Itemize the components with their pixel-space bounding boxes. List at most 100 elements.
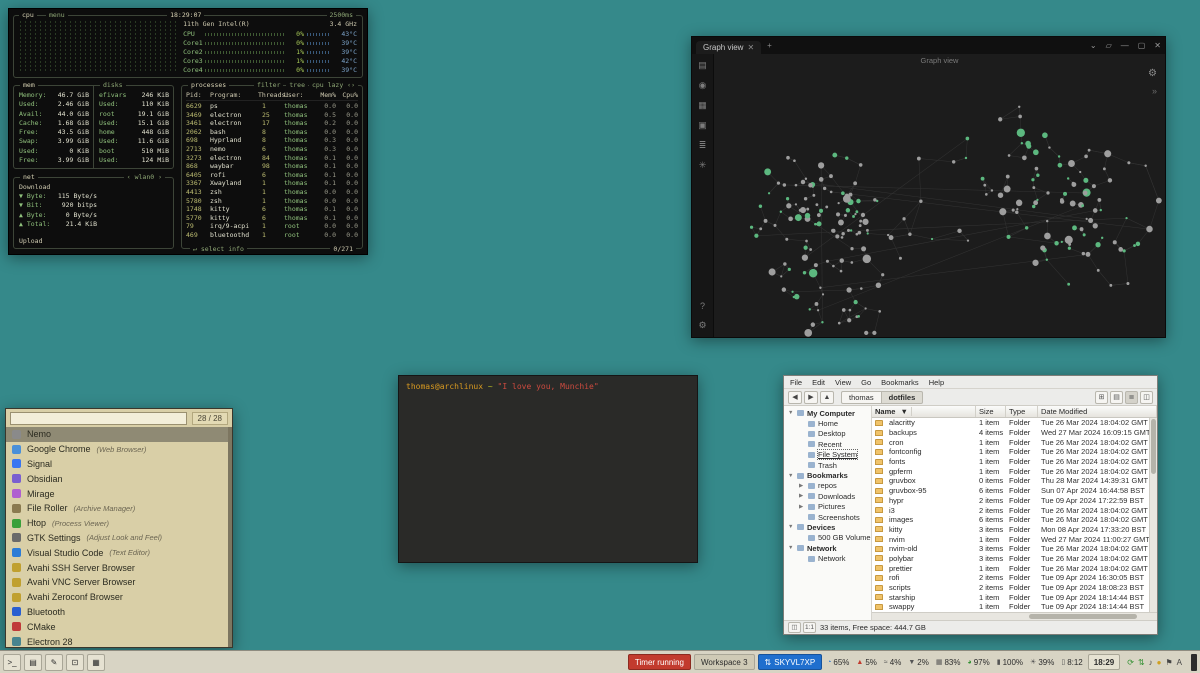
graph-svg[interactable]: [714, 68, 1165, 337]
sidebar-node[interactable]: Recent: [784, 439, 871, 449]
process-row[interactable]: 5780 zsh 1 thomas 0.0 0.0: [186, 197, 358, 206]
file-row[interactable]: nvim 1 item Folder Wed 27 Mar 2024 11:00…: [872, 534, 1149, 544]
file-row[interactable]: swappy 1 item Folder Tue 09 Apr 2024 18:…: [872, 602, 1149, 612]
process-row[interactable]: 868 waybar 98 thomas 0.1 0.0: [186, 162, 358, 171]
process-row[interactable]: 469 bluetoothd 1 root 0.0 0.0: [186, 231, 358, 240]
launcher-menu-item[interactable]: File Roller (Archive Manager): [6, 501, 232, 516]
tray-icon[interactable]: ●: [1157, 658, 1162, 667]
sidebar-node[interactable]: ▼ Devices: [784, 522, 871, 532]
launcher-menu-item[interactable]: Visual Studio Code (Text Editor): [6, 545, 232, 560]
nav-button[interactable]: ◀: [788, 391, 802, 404]
launcher-menu-item[interactable]: Bluetooth: [6, 605, 232, 620]
nav-button[interactable]: ▶: [804, 391, 818, 404]
file-row[interactable]: rofi 2 items Folder Tue 09 Apr 2024 16:3…: [872, 573, 1149, 583]
scrollbar-thumb[interactable]: [228, 427, 232, 647]
vertical-scrollbar[interactable]: [1149, 418, 1157, 612]
file-row[interactable]: fonts 1 item Folder Tue 26 Mar 2024 18:0…: [872, 457, 1149, 467]
sidebar-node[interactable]: ▶ repos: [784, 481, 871, 491]
process-row[interactable]: 3461 electron 17 thomas 0.2 0.0: [186, 119, 358, 128]
status-toggle-button[interactable]: 1:1: [803, 622, 816, 633]
process-row[interactable]: 4413 zsh 1 thomas 0.0 0.0: [186, 188, 358, 197]
file-row[interactable]: prettier 1 item Folder Tue 26 Mar 2024 1…: [872, 563, 1149, 573]
tray-icon[interactable]: ♪: [1149, 658, 1153, 667]
tray-icon[interactable]: ⟳: [1127, 658, 1134, 667]
launcher-menu-item[interactable]: Obsidian: [6, 471, 232, 486]
tree-expander-icon[interactable]: ▼: [788, 473, 794, 479]
status-toggle-button[interactable]: ◫: [788, 622, 801, 633]
ribbon-icon[interactable]: ✳: [699, 160, 707, 171]
ribbon-icon[interactable]: ?: [700, 301, 705, 311]
column-size[interactable]: Size: [976, 406, 1006, 417]
sidebar-node[interactable]: ▼ Network: [784, 543, 871, 553]
obsidian-titlebar[interactable]: Graph view ✕ + ⌄ ▱ — ▢ ✕: [692, 37, 1165, 54]
tree-expander-icon[interactable]: ▼: [788, 410, 794, 416]
window-control-icon[interactable]: ▢: [1138, 41, 1146, 50]
proc-sort-selector[interactable]: cpu lazy ‹›: [309, 81, 358, 89]
obsidian-tab[interactable]: Graph view ✕: [696, 41, 761, 54]
timer-running-badge[interactable]: Timer running: [628, 654, 691, 670]
file-row[interactable]: scripts 2 items Folder Tue 09 Apr 2024 1…: [872, 583, 1149, 593]
launcher-button[interactable]: ⊡: [66, 654, 84, 671]
terminal-window[interactable]: thomas@archlinux ~ "I love you, Munchie": [398, 375, 698, 563]
horizontal-scrollbar[interactable]: [872, 612, 1157, 620]
launcher-button[interactable]: ✎: [45, 654, 63, 671]
ribbon-icon[interactable]: ≣: [699, 140, 707, 151]
new-tab-button[interactable]: +: [767, 41, 772, 50]
launcher-menu-item[interactable]: Avahi SSH Server Browser: [6, 560, 232, 575]
btop-interval[interactable]: 2500ms: [327, 11, 356, 19]
workspace-indicator[interactable]: Workspace 3: [694, 654, 755, 670]
ribbon-icon[interactable]: ⚙: [698, 320, 706, 331]
tab-close-icon[interactable]: ✕: [747, 43, 754, 52]
menu-item[interactable]: Bookmarks: [881, 378, 919, 387]
launcher-menu-item[interactable]: Signal: [6, 457, 232, 472]
launcher-menu-item[interactable]: Avahi Zeroconf Browser: [6, 590, 232, 605]
file-row[interactable]: gpferm 1 item Folder Tue 26 Mar 2024 18:…: [872, 466, 1149, 476]
file-row[interactable]: gruvbox 0 items Folder Thu 28 Mar 2024 1…: [872, 476, 1149, 486]
view-mode-button[interactable]: ▤: [1110, 391, 1123, 404]
sidebar-node[interactable]: ▼ Bookmarks: [784, 470, 871, 480]
file-row[interactable]: polybar 3 items Folder Tue 26 Mar 2024 1…: [872, 554, 1149, 564]
file-row[interactable]: fontconfig 1 item Folder Tue 26 Mar 2024…: [872, 447, 1149, 457]
scrollbar-thumb[interactable]: [1151, 419, 1156, 474]
view-mode-button[interactable]: ◫: [1140, 391, 1153, 404]
nav-button[interactable]: ▲: [820, 391, 834, 404]
process-row[interactable]: 3273 electron 84 thomas 0.1 0.0: [186, 154, 358, 163]
window-control-icon[interactable]: ⌄: [1090, 41, 1097, 50]
btop-menu-button[interactable]: menu: [46, 11, 68, 19]
column-date[interactable]: Date Modified: [1038, 406, 1157, 417]
process-row[interactable]: 2062 bash 8 thomas 0.0 0.0: [186, 128, 358, 137]
process-row[interactable]: 79 irq/9-acpi 1 root 0.0 0.0: [186, 222, 358, 231]
window-control-icon[interactable]: —: [1121, 41, 1129, 50]
launcher-menu-item[interactable]: GTK Settings (Adjust Look and Feel): [6, 531, 232, 546]
sidebar-node[interactable]: Desktop: [784, 429, 871, 439]
launcher-menu-item[interactable]: CMake: [6, 619, 232, 634]
launcher-menu-item[interactable]: Electron 28: [6, 634, 232, 647]
process-row[interactable]: 698 Hyprland 8 thomas 0.3 0.0: [186, 136, 358, 145]
path-segment-parent[interactable]: thomas: [841, 391, 882, 404]
launcher-button[interactable]: >_: [3, 654, 21, 671]
sidebar-node[interactable]: Screenshots: [784, 512, 871, 522]
file-row[interactable]: images 6 items Folder Tue 26 Mar 2024 18…: [872, 515, 1149, 525]
view-mode-button[interactable]: ≣: [1125, 391, 1138, 404]
window-control-icon[interactable]: ▱: [1106, 41, 1112, 50]
file-row[interactable]: cron 1 item Folder Tue 26 Mar 2024 18:04…: [872, 437, 1149, 447]
show-desktop-button[interactable]: [1191, 654, 1197, 671]
net-iface-selector[interactable]: ‹ wlan0 ›: [124, 173, 165, 181]
tray-icon[interactable]: ⇅: [1138, 658, 1145, 667]
file-row[interactable]: i3 2 items Folder Tue 26 Mar 2024 18:04:…: [872, 505, 1149, 515]
launcher-menu-item[interactable]: Mirage: [6, 486, 232, 501]
launcher-menu-item[interactable]: Nemo: [6, 427, 232, 442]
file-row[interactable]: nvim-old 3 items Folder Tue 26 Mar 2024 …: [872, 544, 1149, 554]
proc-filter-button[interactable]: filter: [254, 81, 283, 89]
menu-item[interactable]: File: [790, 378, 802, 387]
tree-expander-icon[interactable]: ▶: [799, 493, 805, 499]
process-row[interactable]: 6629 ps 1 thomas 0.0 0.0: [186, 102, 358, 111]
file-row[interactable]: backups 4 items Folder Wed 27 Mar 2024 1…: [872, 428, 1149, 438]
process-row[interactable]: 3469 electron 25 thomas 0.5 0.0: [186, 111, 358, 120]
tray-icon[interactable]: ⚑: [1165, 658, 1172, 667]
tree-expander-icon[interactable]: ▼: [788, 545, 794, 551]
launcher-menu-item[interactable]: Avahi VNC Server Browser: [6, 575, 232, 590]
tree-expander-icon[interactable]: ▼: [788, 524, 794, 530]
column-type[interactable]: Type: [1006, 406, 1038, 417]
sidebar-node[interactable]: Network: [784, 553, 871, 563]
